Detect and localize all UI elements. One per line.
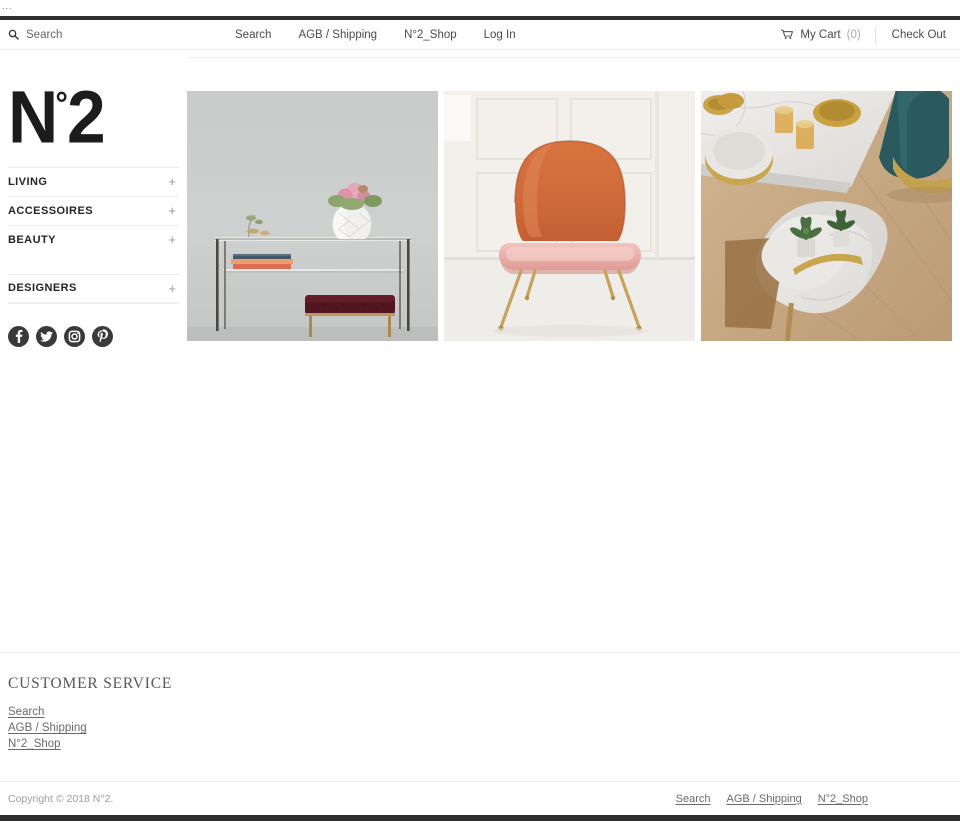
twitter-icon[interactable] xyxy=(36,325,57,347)
browser-top-strip: ... xyxy=(0,0,960,16)
my-cart-button[interactable]: My Cart (0) xyxy=(781,29,874,41)
footer-link-search[interactable]: Search xyxy=(8,706,44,718)
expand-plus-icon[interactable]: + xyxy=(168,233,179,246)
copyright-text: Copyright © 2018 N°2. xyxy=(8,792,114,805)
browser-dots: ... xyxy=(2,1,13,11)
nav-link-n2-shop[interactable]: N°2_Shop xyxy=(404,29,457,41)
social-links xyxy=(8,304,187,347)
bottom-link-list: Search AGB / Shipping N°2_Shop xyxy=(676,793,952,805)
sidebar-item-label: ACCESSOIRES xyxy=(8,204,94,217)
logo-n: N xyxy=(8,75,58,159)
page-body: N°2 LIVING + ACCESSOIRES + BEAUTY + DESI… xyxy=(0,50,960,347)
pinterest-glyph xyxy=(97,328,108,343)
secondary-nav: DESIGNERS + xyxy=(8,273,179,304)
lounge-chair-photo xyxy=(444,91,695,341)
sidebar-item-beauty[interactable]: BEAUTY + xyxy=(8,224,179,254)
footer-link-n2-shop[interactable]: N°2_Shop xyxy=(8,738,61,750)
product-tile[interactable] xyxy=(444,91,695,341)
expand-plus-icon[interactable]: + xyxy=(168,175,179,188)
bottom-link-n2-shop[interactable]: N°2_Shop xyxy=(818,793,868,805)
pinterest-icon[interactable] xyxy=(92,325,113,347)
site-header: Search AGB / Shipping N°2_Shop Log In My… xyxy=(0,20,960,50)
bottom-link-search[interactable]: Search xyxy=(676,793,711,805)
bottom-bar: Copyright © 2018 N°2. Search AGB / Shipp… xyxy=(0,781,960,815)
sidebar-item-label: LIVING xyxy=(8,175,48,188)
main-navigation: Search AGB / Shipping N°2_Shop Log In xyxy=(235,29,516,41)
product-image-grid xyxy=(187,58,960,341)
main-content xyxy=(187,50,960,341)
footer-link-agb-shipping[interactable]: AGB / Shipping xyxy=(8,722,87,734)
sidebar-item-accessoires[interactable]: ACCESSOIRES + xyxy=(8,195,179,225)
shopping-cart-icon xyxy=(781,29,794,39)
sidebar-item-living[interactable]: LIVING + xyxy=(8,166,179,196)
search-input[interactable] xyxy=(26,28,186,41)
sidebar-item-label: BEAUTY xyxy=(8,233,56,246)
customer-service-block: CUSTOMER SERVICE Search AGB / Shipping N… xyxy=(0,653,960,781)
facebook-icon[interactable] xyxy=(8,325,29,347)
my-cart-label: My Cart xyxy=(800,28,841,41)
facebook-glyph xyxy=(15,329,23,343)
sidebar: N°2 LIVING + ACCESSOIRES + BEAUTY + DESI… xyxy=(0,50,187,347)
product-tile[interactable] xyxy=(187,91,438,341)
footer-heading: CUSTOMER SERVICE xyxy=(8,675,173,692)
twitter-glyph xyxy=(40,331,53,342)
bottom-link-agb-shipping[interactable]: AGB / Shipping xyxy=(727,793,802,805)
console-table-photo xyxy=(187,91,438,341)
header-actions: My Cart (0) Check Out xyxy=(781,26,950,43)
sidebar-item-designers[interactable]: DESIGNERS + xyxy=(8,273,179,303)
bottom-dark-bar xyxy=(0,815,960,821)
category-nav: LIVING + ACCESSOIRES + BEAUTY + DESIGNER… xyxy=(8,166,187,304)
expand-plus-icon[interactable]: + xyxy=(168,282,179,295)
nav-link-search[interactable]: Search xyxy=(235,29,271,41)
nav-link-log-in[interactable]: Log In xyxy=(484,29,516,41)
site-logo[interactable]: N°2 xyxy=(8,50,176,167)
marble-table-photo xyxy=(701,91,952,341)
instagram-glyph xyxy=(68,330,81,343)
check-out-button[interactable]: Check Out xyxy=(876,29,950,41)
product-tile[interactable] xyxy=(701,91,952,341)
site-footer: CUSTOMER SERVICE Search AGB / Shipping N… xyxy=(0,652,960,821)
search-box[interactable] xyxy=(8,28,218,41)
instagram-icon[interactable] xyxy=(64,325,85,347)
sidebar-item-label: DESIGNERS xyxy=(8,282,77,295)
expand-plus-icon[interactable]: + xyxy=(168,204,179,217)
search-icon xyxy=(8,29,19,40)
footer-link-list: Search AGB / Shipping N°2_Shop xyxy=(8,706,952,750)
cart-count: (0) xyxy=(846,28,861,41)
nav-link-agb-shipping[interactable]: AGB / Shipping xyxy=(298,29,377,41)
logo-2: 2 xyxy=(67,75,106,159)
logo-degree: ° xyxy=(55,86,68,124)
